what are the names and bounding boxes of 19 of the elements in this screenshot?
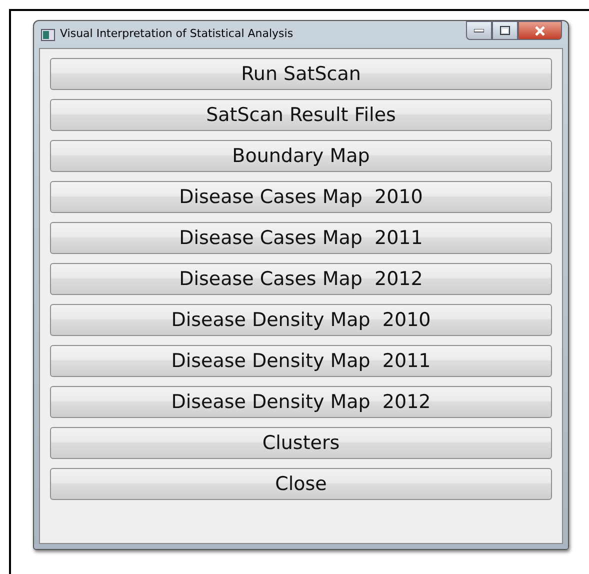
close-icon: [534, 26, 546, 36]
menu-button[interactable]: Run SatScan: [50, 58, 552, 90]
menu-button[interactable]: Boundary Map: [50, 140, 552, 172]
menu-button[interactable]: Close: [50, 468, 552, 500]
menu-button[interactable]: Disease Density Map 2012: [50, 386, 552, 418]
maximize-button[interactable]: [492, 21, 518, 40]
menu-button[interactable]: Disease Cases Map 2012: [50, 263, 552, 295]
minimize-button[interactable]: [466, 21, 492, 40]
menu-button[interactable]: Disease Cases Map 2010: [50, 181, 552, 213]
menu-button[interactable]: Disease Density Map 2011: [50, 345, 552, 377]
menu-button[interactable]: Disease Density Map 2010: [50, 304, 552, 336]
menu-button[interactable]: Clusters: [50, 427, 552, 459]
window-title: Visual Interpretation of Statistical Analysis: [60, 26, 294, 42]
app-icon: [41, 28, 55, 40]
maximize-icon: [500, 26, 510, 35]
close-window-button[interactable]: [518, 21, 562, 40]
menu-button[interactable]: SatScan Result Files: [50, 99, 552, 131]
menu-button[interactable]: Disease Cases Map 2011: [50, 222, 552, 254]
minimize-icon: [474, 28, 484, 32]
